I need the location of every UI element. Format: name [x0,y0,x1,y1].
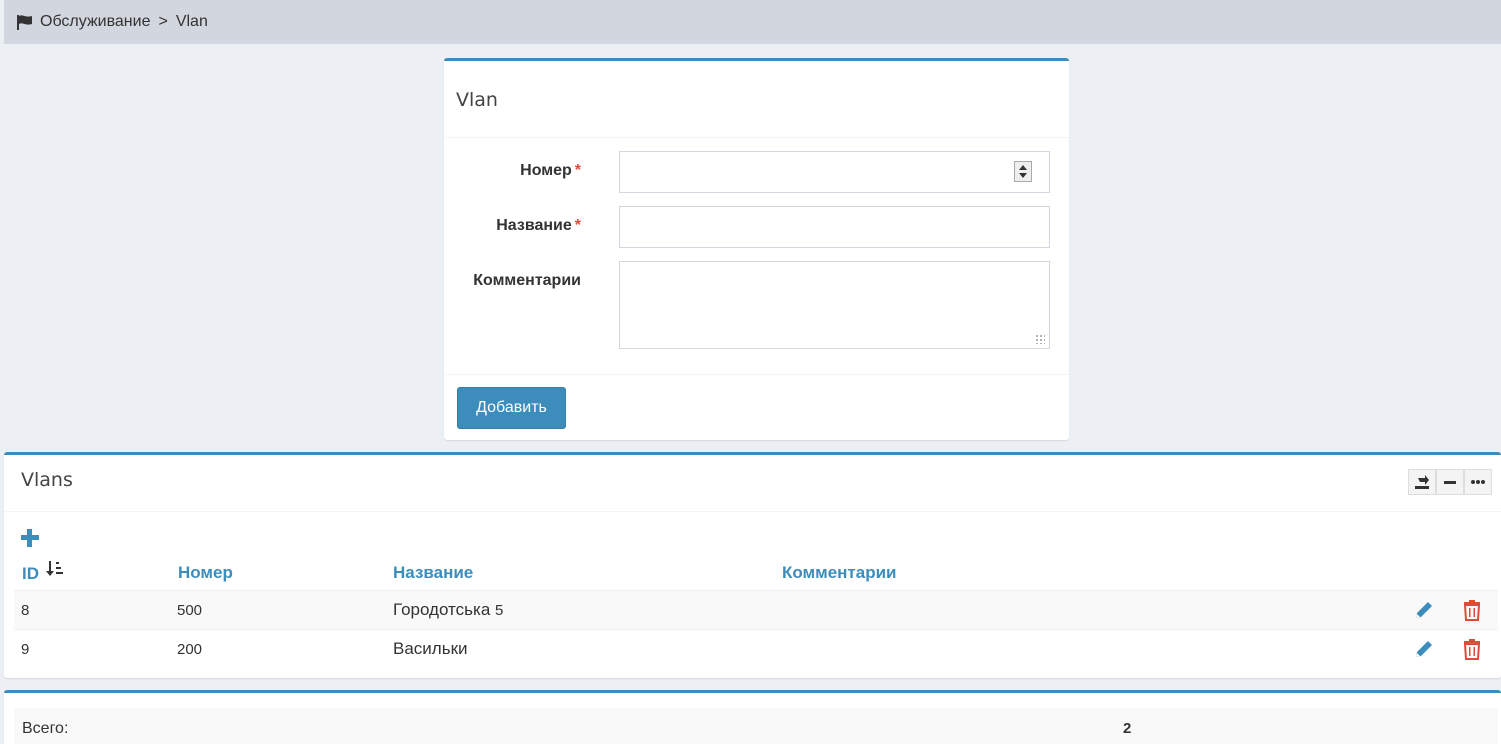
export-button[interactable] [1408,469,1436,495]
cell-name: Городотська 5 [393,600,504,619]
cell-number: 200 [177,641,203,658]
minimize-icon [1444,481,1456,484]
comments-label: Комментарии [473,272,581,289]
total-row: Всего: 2 [14,708,1498,744]
sort-desc-icon [45,561,63,576]
number-spinner-icon[interactable] [1014,161,1032,182]
delete-icon[interactable] [1461,599,1483,621]
plus-icon[interactable] [21,529,39,547]
vlans-list-box: Vlans ID Номер Название Комментарии 8 50… [4,452,1501,678]
col-name[interactable]: Название [393,563,473,583]
summary-box: Всего: 2 [4,690,1501,744]
collapse-button[interactable] [1436,469,1464,495]
add-button[interactable]: Добавить [457,387,566,429]
table-header: ID Номер Название Комментарии [14,559,1498,587]
edit-icon[interactable] [1413,638,1435,660]
required-mark: * [574,217,581,234]
name-label: Название * [496,217,581,234]
cell-number: 500 [177,602,203,619]
flag-icon [17,15,32,30]
number-label: Номер * [520,162,581,179]
form-title: Vlan [444,61,1069,138]
total-value: 2 [1123,720,1132,737]
table-row: 8 500 Городотська 5 [14,590,1498,629]
delete-icon[interactable] [1461,638,1483,660]
form-footer: Добавить [444,374,1069,440]
cell-id: 8 [21,602,30,619]
col-id[interactable]: ID [22,561,63,584]
edit-icon[interactable] [1413,599,1435,621]
name-input[interactable] [619,206,1050,248]
box-tools [1408,469,1492,495]
resize-grip-icon[interactable] [1035,334,1045,344]
breadcrumb-page: Vlan [175,13,208,30]
breadcrumb: Обслуживание > Vlan [4,0,1501,44]
comments-textarea[interactable] [619,261,1050,349]
export-icon [1415,475,1429,489]
cell-name: Васильки [393,639,468,658]
col-number[interactable]: Номер [178,563,233,583]
vlan-form-box: Vlan Номер * Название * Комментарии Добави… [444,58,1069,440]
table-row: 9 200 Васильки [14,629,1498,668]
required-mark: * [574,162,581,179]
more-icon [1471,480,1485,484]
more-button[interactable] [1464,469,1492,495]
total-label: Всего: [22,720,69,737]
col-comments[interactable]: Комментарии [782,563,896,583]
cell-id: 9 [21,641,30,658]
breadcrumb-separator: > [158,13,168,30]
number-input[interactable] [619,151,1050,193]
breadcrumb-section[interactable]: Обслуживание [40,13,150,31]
list-title: Vlans [4,455,1501,512]
